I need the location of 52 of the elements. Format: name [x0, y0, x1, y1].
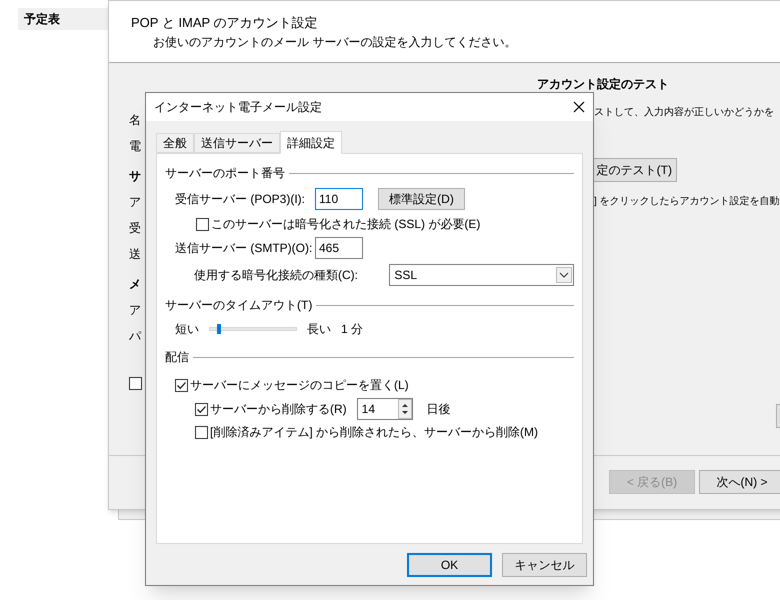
checkmark-icon — [176, 380, 187, 390]
field-label: 受 — [129, 220, 142, 237]
field-label: 送 — [129, 246, 142, 263]
tab[interactable]: 全般 — [156, 133, 194, 153]
tab[interactable]: 詳細設定 — [280, 131, 342, 154]
next-button[interactable]: 次へ(N) > — [699, 470, 780, 494]
tab[interactable]: 送信サーバー — [194, 133, 280, 153]
checkbox-label: このサーバーは暗号化された接続 (SSL) が必要(E) — [211, 216, 480, 233]
section-heading: 配信 — [165, 349, 189, 366]
slider-label: 長い — [307, 321, 331, 338]
checkbox[interactable] — [196, 218, 209, 230]
days-spinner[interactable]: 14 — [356, 398, 413, 420]
checkmark-icon — [196, 404, 207, 414]
description: ] をクリックしたらアカウント設定を自動 — [594, 194, 780, 209]
checkbox[interactable] — [195, 402, 208, 416]
field-label: ア — [129, 194, 142, 211]
checkbox-label: サーバーから削除する(R) — [210, 401, 347, 418]
default-settings-button[interactable]: 標準設定(D) — [378, 188, 465, 210]
field-label: 使用する暗号化接続の種類(C): — [194, 267, 359, 284]
checkbox-label: [削除済みアイテム] から削除されたら、サーバーから削除(M) — [210, 424, 538, 441]
checkbox[interactable] — [129, 377, 142, 390]
encryption-dropdown[interactable]: SSL — [389, 264, 574, 286]
section-heading: メ — [129, 276, 142, 293]
sidebar-item[interactable]: 予定表 — [18, 8, 108, 30]
slider-label: 短い — [175, 321, 199, 338]
window-title: POP と IMAP のアカウント設定 — [131, 14, 319, 32]
field-label: パ — [129, 328, 142, 345]
cancel-button[interactable]: キャンセル — [502, 553, 587, 577]
unit-label: 日後 — [426, 401, 451, 418]
checkbox[interactable] — [175, 378, 188, 392]
field-label: ア — [129, 302, 142, 319]
section-heading: サーバーのタイムアウト(T) — [165, 297, 312, 314]
close-icon[interactable] — [573, 101, 585, 113]
description: ストして、入力内容が正しいかどうかを — [594, 106, 774, 120]
checkbox-label: サーバーにメッセージのコピーを置く(L) — [190, 377, 409, 394]
slider-thumb[interactable] — [217, 324, 222, 334]
chevron-down-icon — [556, 267, 572, 283]
port-field[interactable]: 465 — [315, 237, 363, 259]
section-heading: アカウント設定のテスト — [537, 76, 670, 93]
port-field[interactable]: 110 — [315, 188, 363, 210]
field-label: 受信サーバー (POP3)(I): — [175, 191, 303, 208]
ok-button[interactable]: OK — [407, 553, 492, 577]
checkbox[interactable] — [195, 426, 208, 438]
field-label: 名 — [129, 112, 142, 129]
field-label: 電 — [129, 138, 142, 155]
subtitle: お使いのアカウントのメール サーバーの設定を入力してください。 — [152, 34, 518, 50]
field-label: 送信サーバー (SMTP)(O): — [175, 240, 311, 257]
section-heading: サ — [129, 168, 142, 185]
spinner-arrows-icon — [398, 399, 412, 419]
section-heading: サーバーのポート番号 — [165, 165, 285, 182]
timeout-reading: 1 分 — [341, 321, 364, 338]
dialog-title: インターネット電子メール設定 — [154, 99, 322, 116]
